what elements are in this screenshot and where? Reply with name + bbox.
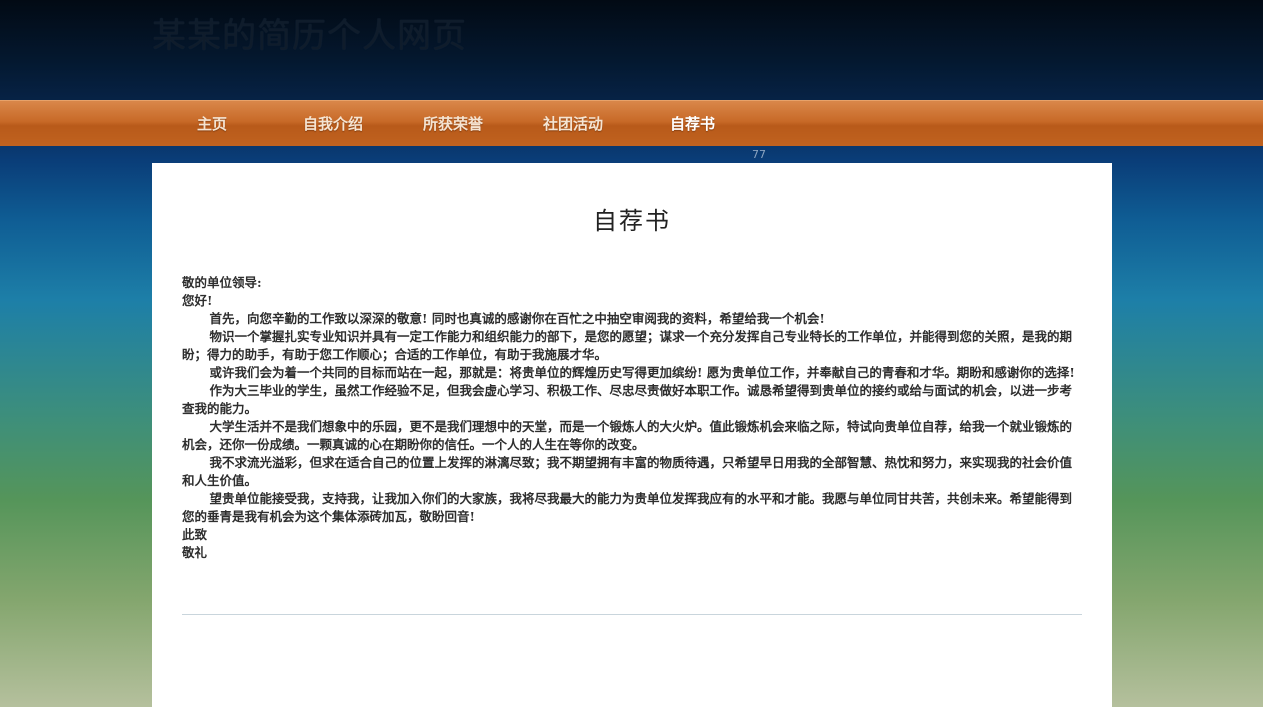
content-panel: 自荐书 敬的单位领导: 您好! 首先，向您辛勤的工作致以深深的敬意! 同时也真诚… [152,163,1112,707]
letter-greeting: 您好! [182,293,213,308]
letter-salutation: 敬的单位领导: [182,275,262,290]
letter-closing: 此致 [182,527,208,542]
content-divider [182,614,1082,615]
letter-paragraph: 或许我们会为着一个共同的目标而站在一起，那就是：将贵单位的辉煌历史写得更加缤纷!… [209,365,1075,380]
nav-item-cover-letter[interactable]: 自荐书 [670,113,715,134]
letter-paragraph: 首先，向您辛勤的工作致以深深的敬意! 同时也真诚的感谢你在百忙之中抽空审阅我的资… [209,311,825,326]
visit-counter: 77 [752,148,766,161]
nav-item-about[interactable]: 自我介绍 [303,113,363,134]
letter-paragraph: 大学生活并不是我们想象中的乐园，更不是我们理想中的天堂，而是一个锻炼人的大火炉。… [182,419,1073,452]
main-nav: 主页 自我介绍 所获荣誉 社团活动 自荐书 [0,100,1263,146]
site-header: 某某的简历个人网页 [0,0,1263,100]
nav-item-honors[interactable]: 所获荣誉 [423,113,483,134]
nav-item-clubs[interactable]: 社团活动 [543,113,603,134]
letter-paragraph: 作为大三毕业的学生，虽然工作经验不足，但我会虚心学习、积极工作、尽忠尽责做好本职… [182,383,1073,416]
letter-paragraph: 我不求流光溢彩，但求在适合自己的位置上发挥的淋漓尽致；我不期望拥有丰富的物质待遇… [182,455,1073,488]
nav-item-home[interactable]: 主页 [197,113,227,134]
letter-paragraph: 望贵单位能接受我，支持我，让我加入你们的大家族，我将尽我最大的能力为贵单位发挥我… [182,491,1073,524]
page-title: 自荐书 [593,207,671,235]
cover-letter: 敬的单位领导: 您好! 首先，向您辛勤的工作致以深深的敬意! 同时也真诚的感谢你… [182,274,1082,562]
site-title: 某某的简历个人网页 [152,16,467,56]
letter-paragraph: 物识一个掌握扎实专业知识并具有一定工作能力和组织能力的部下，是您的愿望；谋求一个… [182,329,1073,362]
letter-closing-regards: 敬礼 [182,545,208,560]
